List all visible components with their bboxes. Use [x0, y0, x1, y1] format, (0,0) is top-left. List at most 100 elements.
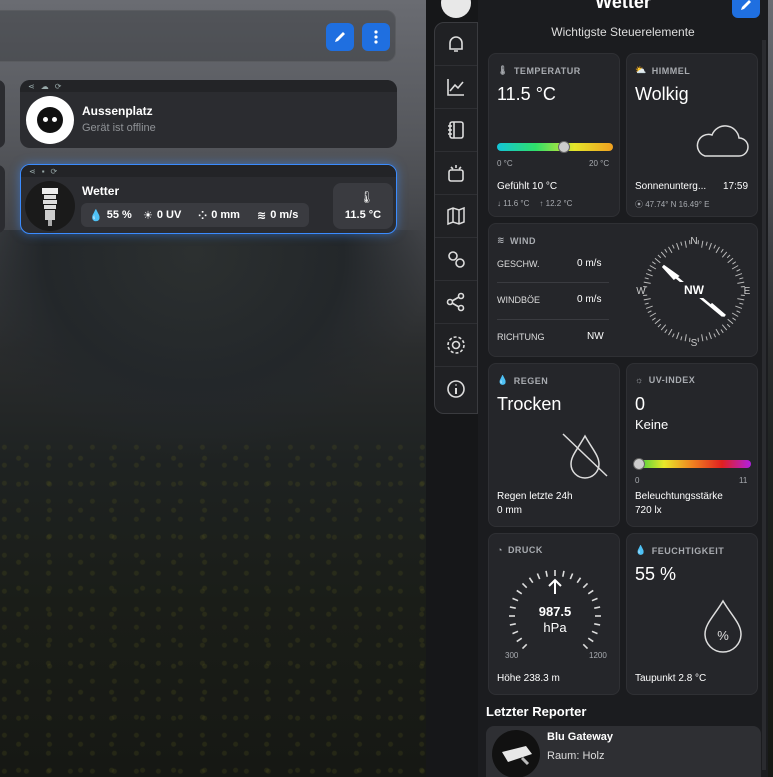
gauge-tick: [545, 570, 548, 577]
sidebar-item-share[interactable]: [435, 281, 477, 324]
device-card-wetter[interactable]: ⋖ ▪ ⟳ Wetter 💧 55 % ☀ 0 UV ⁘ 0 mm ≋ 0 m/s 🌡 11…: [20, 164, 397, 234]
gateway-avatar: [492, 730, 540, 777]
map-icon: [447, 206, 465, 226]
reporter-room: Raum: Holz: [547, 750, 605, 762]
sunset-time: 17:59: [723, 181, 749, 192]
thermometer-icon: 🌡: [359, 190, 375, 204]
wind-icon: ≋: [497, 235, 506, 245]
compass-tick: [713, 244, 717, 249]
notebook-icon: [448, 121, 464, 139]
gauge-tick: [512, 597, 519, 602]
sidebar-item-notebook[interactable]: [435, 109, 477, 152]
card-status-strip: ⋖ ☁ ⟳: [20, 80, 397, 92]
uv-value: 0: [635, 394, 646, 414]
more-button[interactable]: [362, 23, 390, 51]
device-name: Wetter: [82, 184, 120, 198]
device-card-partial[interactable]: [0, 80, 5, 148]
gauge-tick: [569, 573, 574, 580]
humidity-tile[interactable]: 💧 FEUCHTIGKEIT 55 % % Taupunkt 2.8 °C: [626, 533, 758, 695]
compass-tick: [726, 323, 731, 328]
cloud-icon: [696, 125, 749, 157]
pencil-icon: [335, 32, 345, 42]
compass-tick: [660, 324, 667, 331]
gauge-tick: [528, 577, 534, 584]
sync-icon: ⟳: [50, 166, 58, 176]
sky-tile[interactable]: ⛅ HIMMEL Wolkig Sonnenunterg... 17:59 ⦿ 4…: [626, 53, 758, 217]
pressure-tile[interactable]: ◔ DRUCK 987.5 hPa 300 1200 Höhe 238.3 m: [488, 533, 620, 695]
humidity-icon: 💧: [89, 209, 103, 222]
wind-tile[interactable]: ≋ WIND GESCHW. 0 m/s WINDBÖE 0 m/s RICHTU…: [488, 223, 758, 357]
divider: [497, 319, 609, 320]
uv-bar: [633, 458, 751, 470]
compass-tick: [732, 261, 737, 265]
scrollbar[interactable]: [762, 40, 766, 770]
pencil-icon: [741, 0, 751, 10]
temperature-badge: 🌡 11.5 °C: [333, 183, 393, 229]
bell-icon: [449, 36, 463, 52]
speed-value: 0 m/s: [577, 258, 602, 269]
compass-tick: [657, 323, 662, 328]
compass-tick: [727, 318, 734, 325]
device-card-aussenplatz[interactable]: ⋖ ☁ ⟳ Aussenplatz Gerät ist offline: [20, 80, 397, 148]
gauge-tick: [591, 597, 598, 602]
card-status-strip: ⋖ ▪ ⟳: [21, 165, 396, 177]
speed-label: GESCHW.: [497, 259, 540, 269]
compass-tick: [649, 312, 657, 317]
sidebar-item-sensors[interactable]: [435, 152, 477, 195]
humidity-value: 55 %: [635, 564, 677, 584]
compass-tick: [643, 298, 651, 301]
compass-tick: [739, 277, 744, 280]
compass-tick: [739, 302, 744, 305]
divider: [497, 282, 609, 283]
compass-tick: [720, 248, 724, 253]
edit-button[interactable]: [326, 23, 354, 51]
compass-tick: [676, 242, 680, 250]
settings-icon: [447, 336, 465, 354]
sidebar-item-charts[interactable]: [435, 66, 477, 109]
sidebar-item-notifications[interactable]: [435, 23, 477, 66]
compass-tick: [664, 248, 668, 253]
compass-tick: [645, 305, 653, 309]
reporter-card[interactable]: Blu Gateway Raum: Holz: [486, 726, 761, 777]
device-card-partial-2[interactable]: [0, 165, 5, 233]
gauge-tick: [587, 589, 594, 595]
compass-tick: [645, 273, 653, 277]
compass-n: N: [690, 236, 697, 247]
compass-e: E: [744, 286, 751, 297]
rain-tile[interactable]: 💧 REGEN Trocken Regen letzte 24h 0 mm: [488, 363, 620, 527]
temperature-value: 11.5 °C: [497, 84, 556, 104]
sidebar-item-automation[interactable]: [435, 238, 477, 281]
chart-icon: [447, 79, 464, 96]
sidebar-item-settings[interactable]: [435, 324, 477, 367]
temperature-tile[interactable]: 🌡 TEMPERATUR 11.5 °C 0 °C 20 °C Gefühlt 1…: [488, 53, 620, 217]
compass-tick: [708, 242, 712, 250]
weather-station-icon: [42, 188, 58, 226]
uv-tile[interactable]: ☼ UV-INDEX 0 Keine 0 11 Beleuchtungsstärk…: [626, 363, 758, 527]
compass-tick: [647, 310, 652, 314]
compass-tick: [651, 317, 656, 321]
pressure-arrow: [548, 578, 562, 594]
temperature-bar: [497, 141, 613, 153]
compass-tick: [708, 332, 712, 340]
temperature-value: 11.5 °C: [344, 209, 382, 221]
panel-sidebar: [434, 22, 478, 414]
compass-tick: [664, 329, 668, 334]
temperature-min: 0 °C: [497, 159, 513, 168]
compass-tick: [721, 251, 728, 258]
sidebar-item-info[interactable]: [435, 367, 477, 410]
lock-icon: ▪: [41, 166, 45, 176]
gateway-icon: [502, 746, 532, 766]
compass-tick: [671, 244, 675, 249]
compass-tick: [643, 281, 651, 284]
sidebar-item-map[interactable]: [435, 195, 477, 238]
gauge-tick: [576, 577, 582, 584]
wind-icon: ≋: [257, 209, 267, 222]
gauge-tick: [562, 570, 565, 577]
panel-edit-button[interactable]: [732, 0, 760, 18]
sky-value: Wolkig: [635, 84, 689, 104]
reporter-name: Blu Gateway: [547, 731, 614, 743]
compass-tick: [684, 240, 687, 248]
gauge-tick: [582, 582, 589, 589]
compass-tick: [705, 241, 708, 246]
reporter-title: Letzter Reporter: [486, 704, 587, 719]
